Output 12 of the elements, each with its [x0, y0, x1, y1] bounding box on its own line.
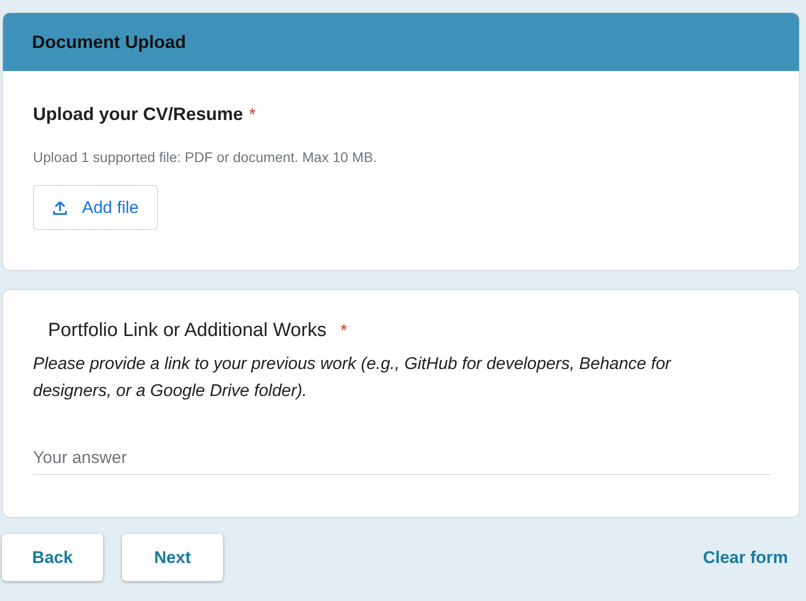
question-title: Upload your CV/Resume: [33, 104, 244, 125]
question-description: Please provide a link to your previous work (e.g., GitHub for developers, Behance for designers, or a Google Drive folder).: [33, 353, 672, 402]
upload-hint: Upload 1 supported file: PDF or document. Max 10 MB.: [33, 149, 377, 165]
question-title: Portfolio Link or Additional Works: [48, 320, 326, 342]
nav-button[interactable]: Back: [2, 534, 103, 581]
nav-button[interactable]: Next: [122, 534, 223, 581]
section-title: Document Upload: [32, 32, 186, 52]
required-mark: *: [249, 105, 256, 125]
upload-icon: [52, 200, 68, 216]
add-file-button[interactable]: Add file: [33, 185, 158, 230]
required-mark: *: [340, 321, 348, 341]
clear-form-link[interactable]: Clear form: [698, 548, 792, 568]
